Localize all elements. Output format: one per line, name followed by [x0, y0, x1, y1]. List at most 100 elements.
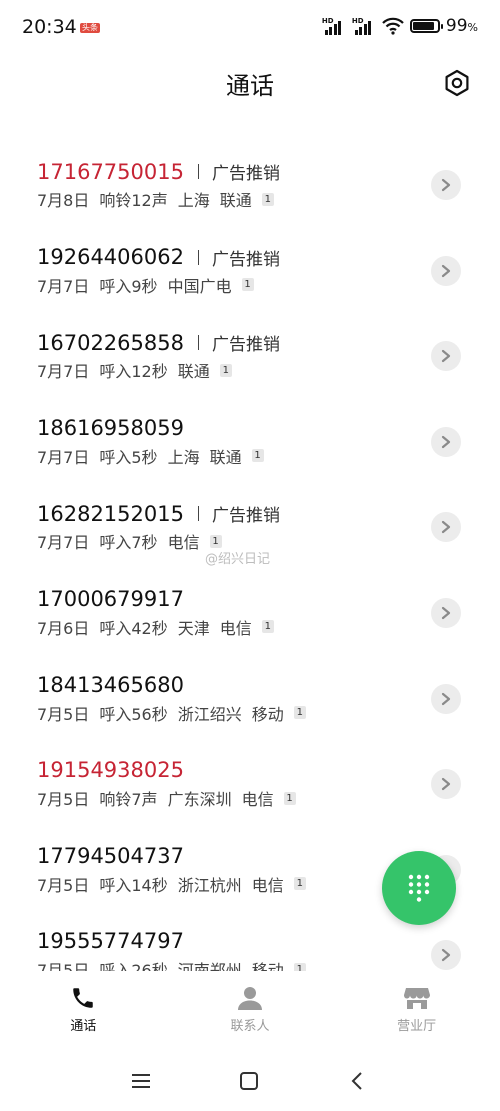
tab-contacts[interactable]: 联系人 — [167, 975, 334, 1037]
phone-icon — [73, 988, 94, 1008]
call-number-line: 18413465680 — [37, 673, 184, 697]
sim-badge: 1 — [209, 534, 222, 548]
call-log-row[interactable]: 16702265858 广告推销 7月7日 呼入12秒 联通 1 — [0, 314, 500, 400]
chevron-right-icon — [441, 435, 451, 448]
call-location: 浙江绍兴 — [177, 704, 242, 724]
call-carrier: 移动 — [251, 704, 284, 724]
call-location: 上海 — [177, 191, 210, 210]
call-carrier: 移动 — [251, 961, 284, 971]
call-log-row[interactable]: 19264406062 广告推销 7月7日 呼入9秒 中国广电 1 — [0, 229, 500, 315]
call-detail-button[interactable] — [431, 426, 461, 457]
status-icons: HD HD 99% — [322, 16, 478, 36]
person-icon — [238, 987, 262, 1010]
tab-contacts-label: 联系人 — [230, 1019, 270, 1034]
phone-number: 19154938025 — [37, 758, 184, 783]
call-carrier: 电信 — [219, 618, 252, 638]
store-icon — [403, 988, 430, 1009]
phone-number: 17000679917 — [37, 586, 184, 611]
call-detail-button[interactable] — [431, 341, 461, 372]
call-carrier: 联通 — [209, 447, 242, 467]
call-detail: 呼入7秒 — [99, 533, 158, 553]
status-bar: 20:34 头条 HD HD 99% — [0, 0, 500, 58]
sim-badge: 1 — [251, 449, 264, 463]
call-detail: 呼入56秒 — [99, 704, 168, 724]
status-time: 20:34 — [22, 16, 77, 38]
chevron-right-icon — [441, 178, 451, 192]
number-tag: 广告推销 — [211, 164, 280, 184]
call-info: 7月7日 呼入9秒 中国广电 1 — [37, 273, 254, 297]
call-info: 7月8日 响铃12声 上海 联通 1 — [37, 187, 274, 211]
call-detail-button[interactable] — [431, 597, 461, 628]
number-tag: 广告推销 — [211, 249, 280, 270]
chevron-right-icon — [441, 350, 451, 363]
call-detail-button[interactable] — [431, 683, 461, 714]
call-number-line: 19154938025 — [37, 758, 184, 782]
call-info: 7月5日 呼入26秒 河南郑州 移动 1 — [37, 957, 306, 971]
call-detail-button[interactable] — [431, 255, 461, 286]
call-number-line: 18616958059 — [37, 416, 184, 440]
chevron-right-icon — [441, 521, 451, 534]
call-log-row[interactable]: 18413465680 7月5日 呼入56秒 浙江绍兴 移动 1 — [0, 657, 500, 743]
call-detail-button[interactable] — [431, 512, 461, 543]
sim-badge: 1 — [219, 363, 232, 377]
call-detail: 呼入9秒 — [99, 276, 158, 296]
gear-icon[interactable] — [443, 69, 471, 97]
dialpad-button[interactable] — [382, 851, 456, 925]
sim-badge: 1 — [293, 706, 306, 720]
battery-percent: 99% — [445, 16, 478, 36]
call-log-row[interactable]: 19154938025 7月5日 响铃7声 广东深圳 电信 1 — [0, 742, 500, 828]
call-date: 7月7日 — [37, 533, 90, 553]
call-carrier: 电信 — [251, 875, 284, 895]
number-tag: 广告推销 — [211, 506, 280, 527]
call-location: 上海 — [167, 447, 200, 467]
call-info: 7月7日 呼入5秒 上海 联通 1 — [37, 444, 264, 468]
call-info: 7月6日 呼入42秒 天津 电信 1 — [37, 615, 274, 639]
call-carrier: 联通 — [177, 362, 210, 382]
chevron-right-icon — [441, 949, 451, 962]
phone-number: 16702265858 — [37, 330, 184, 355]
home-icon[interactable] — [234, 1068, 264, 1094]
menu-icon[interactable] — [126, 1068, 156, 1094]
phone-number: 18616958059 — [37, 415, 184, 440]
notification-badge: 头条 — [80, 23, 100, 33]
bottom-tab-bar: 通话 联系人 营业厅 — [0, 975, 500, 1037]
tab-calls[interactable]: 通话 — [0, 975, 167, 1037]
call-location: 广东深圳 — [167, 790, 232, 810]
page-title: 通话 — [226, 72, 274, 100]
battery-icon — [409, 19, 443, 33]
call-date: 7月7日 — [37, 276, 90, 296]
call-log-row[interactable]: 17167750015 广告推销 7月8日 响铃12声 上海 联通 1 — [0, 143, 500, 229]
tag-divider — [197, 335, 199, 351]
call-date: 7月8日 — [37, 191, 90, 210]
call-carrier: 联通 — [219, 191, 252, 210]
phone-number: 19264406062 — [37, 245, 184, 270]
call-detail-button[interactable] — [431, 940, 461, 971]
call-detail-button[interactable] — [431, 769, 461, 800]
sim-badge: 1 — [283, 791, 296, 805]
call-date: 7月6日 — [37, 618, 90, 638]
chevron-right-icon — [441, 692, 451, 705]
call-log-row[interactable]: 18616958059 7月7日 呼入5秒 上海 联通 1 — [0, 400, 500, 486]
call-number-line: 17794504737 — [37, 844, 184, 868]
call-detail: 呼入14秒 — [99, 875, 168, 895]
tag-divider — [197, 506, 199, 522]
call-number-line: 19264406062 广告推销 — [37, 245, 280, 270]
call-date: 7月5日 — [37, 790, 90, 810]
call-location: 河南郑州 — [177, 961, 242, 971]
tab-service-hall[interactable]: 营业厅 — [333, 975, 500, 1037]
call-location: 浙江杭州 — [177, 875, 242, 895]
tab-service-hall-label: 营业厅 — [397, 1019, 437, 1034]
call-info: 7月7日 呼入12秒 联通 1 — [37, 358, 232, 382]
sim-badge: 1 — [261, 620, 274, 634]
call-carrier: 电信 — [167, 533, 200, 553]
call-detail-button[interactable] — [431, 170, 461, 200]
call-log-row[interactable]: 17000679917 7月6日 呼入42秒 天津 电信 1 — [0, 571, 500, 657]
call-location: 天津 — [177, 618, 210, 638]
call-detail: 呼入26秒 — [99, 961, 168, 971]
call-detail: 呼入42秒 — [99, 618, 168, 638]
phone-number: 16282152015 — [37, 501, 184, 526]
back-icon[interactable] — [342, 1068, 372, 1094]
chevron-right-icon — [441, 606, 451, 620]
sim-badge: 1 — [241, 278, 254, 292]
call-date: 7月7日 — [37, 362, 90, 382]
